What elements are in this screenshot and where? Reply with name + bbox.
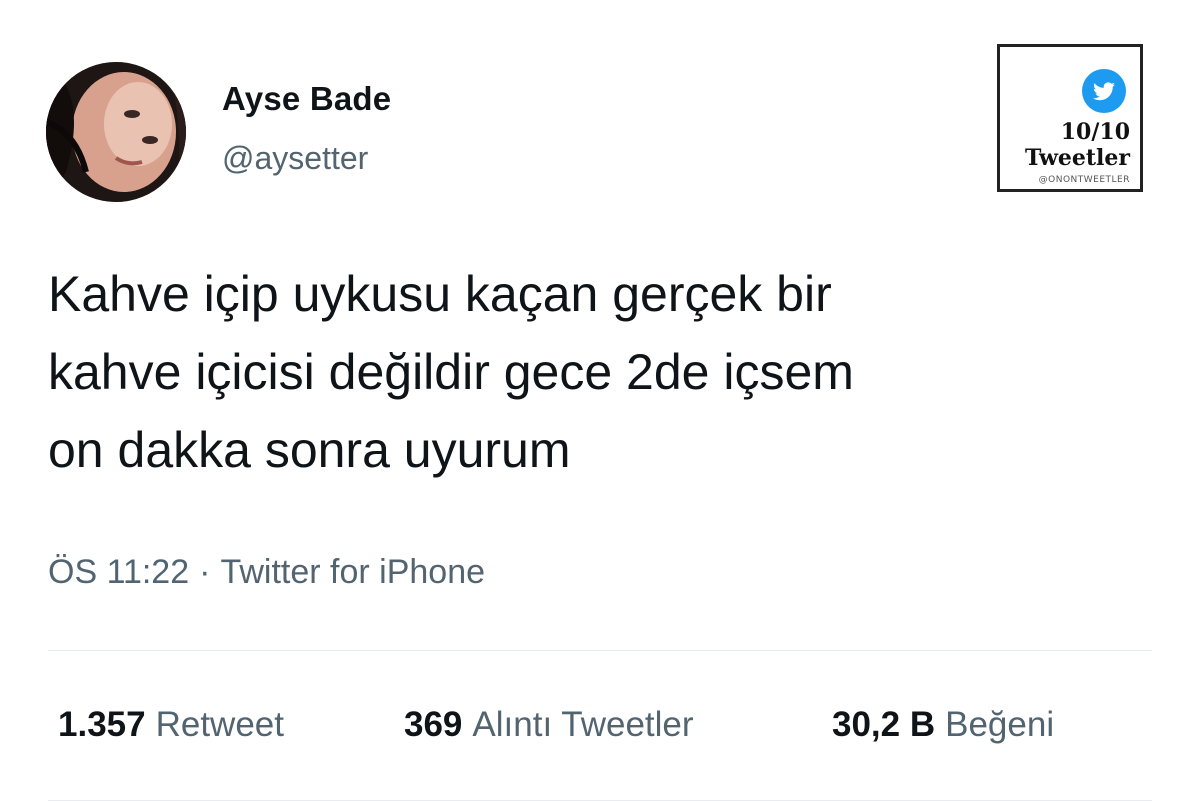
divider [48, 650, 1152, 651]
avatar-photo [46, 62, 186, 202]
brand-score: 10/10 [1060, 119, 1130, 145]
like-label: Beğeni [945, 705, 1055, 744]
tweet-meta: ÖS 11:22 · Twitter for iPhone [48, 553, 485, 592]
tweet-stats: 1.357 Retweet 369 Alıntı Tweetler 30,2 B… [58, 705, 1054, 745]
like-count: 30,2 B [832, 705, 936, 744]
tweet-source[interactable]: Twitter for iPhone [220, 553, 485, 591]
tweet-time[interactable]: ÖS 11:22 [48, 553, 189, 591]
brand-badge: 10/10 Tweetler @ONONTWEETLER [997, 44, 1143, 192]
like-stat[interactable]: 30,2 B Beğeni [832, 705, 1054, 745]
tweet-text: Kahve içip uykusu kaçan gerçek bir kahve… [48, 266, 854, 478]
quote-count: 369 [404, 705, 463, 744]
retweet-count: 1.357 [58, 705, 146, 744]
user-handle[interactable]: @aysetter [222, 140, 368, 177]
quote-label: Alıntı Tweetler [472, 705, 694, 744]
brand-handle: @ONONTWEETLER [1038, 175, 1130, 185]
twitter-bird-icon [1082, 69, 1126, 113]
avatar[interactable] [46, 62, 186, 202]
divider [48, 800, 1152, 801]
display-name[interactable]: Ayse Bade [222, 80, 391, 118]
brand-tagline: Tweetler [1025, 145, 1130, 171]
retweet-label: Retweet [155, 705, 284, 744]
retweet-stat[interactable]: 1.357 Retweet [58, 705, 404, 745]
quote-stat[interactable]: 369 Alıntı Tweetler [404, 705, 832, 745]
meta-separator: · [199, 553, 211, 591]
